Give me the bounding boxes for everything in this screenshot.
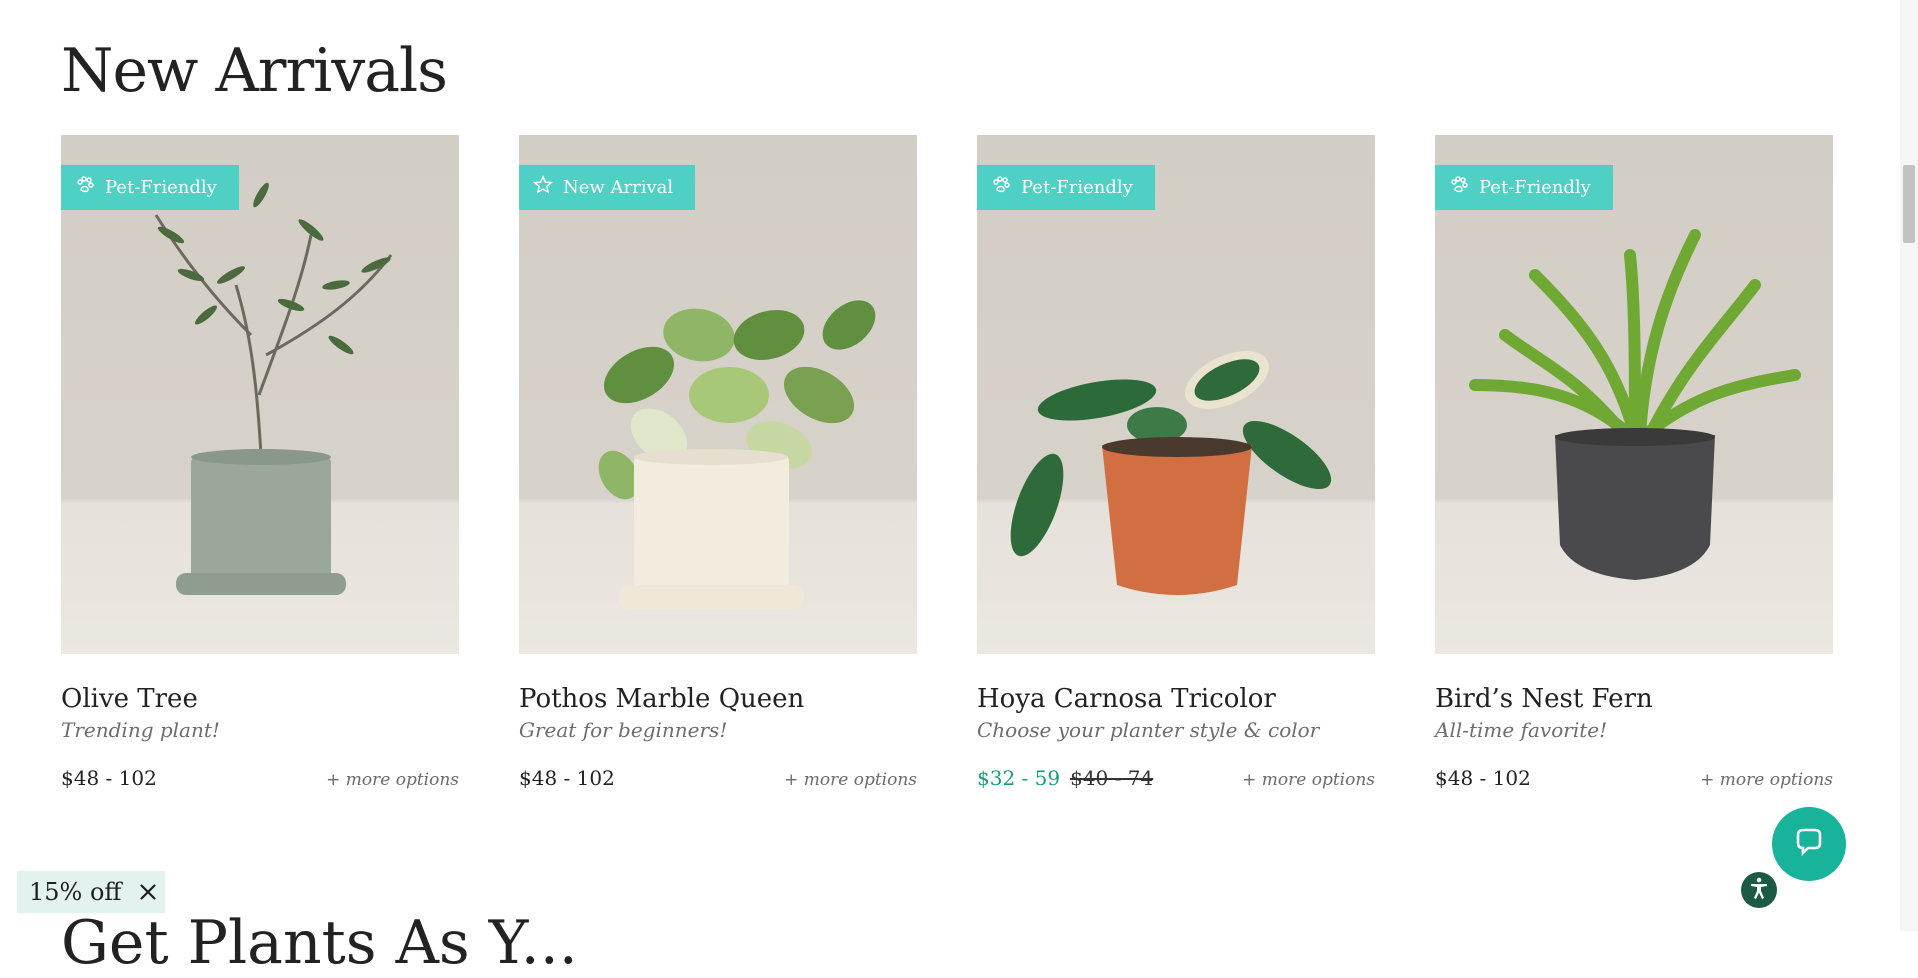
price-row: $48 - 102 + more options xyxy=(61,766,459,790)
price-row: $48 - 102 + more options xyxy=(1435,766,1833,790)
pet-friendly-badge: Pet-Friendly xyxy=(61,165,239,210)
product-card-olive-tree[interactable]: Pet-Friendly Olive Tree Trending plant! … xyxy=(61,135,459,790)
pothos-image xyxy=(598,300,876,609)
paw-icon xyxy=(1449,175,1469,200)
pet-friendly-badge: Pet-Friendly xyxy=(977,165,1155,210)
price-row: $32 - 59 $40 - 74 + more options xyxy=(977,766,1375,790)
product-tagline: Choose your planter style & color xyxy=(977,718,1320,742)
product-image[interactable]: Pet-Friendly xyxy=(1435,135,1833,654)
star-icon xyxy=(532,174,554,200)
product-tagline: All-time favorite! xyxy=(1435,718,1608,742)
more-options-link[interactable]: + more options xyxy=(1700,770,1833,790)
discount-promo[interactable]: 15% off xyxy=(17,871,165,913)
more-options-link[interactable]: + more options xyxy=(784,770,917,790)
product-card-birds-nest-fern[interactable]: Pet-Friendly Bird’s Nest Fern All-time f… xyxy=(1435,135,1833,790)
hoya-image xyxy=(1010,351,1332,595)
pet-friendly-badge: Pet-Friendly xyxy=(1435,165,1613,210)
chat-bubble-icon xyxy=(1792,825,1826,863)
accessibility-icon xyxy=(1746,875,1772,905)
product-name[interactable]: Hoya Carnosa Tricolor xyxy=(977,684,1375,714)
paw-icon xyxy=(991,175,1011,200)
product-price: $48 - 102 xyxy=(61,766,157,790)
badge-label: Pet-Friendly xyxy=(105,177,217,198)
more-options-link[interactable]: + more options xyxy=(1242,770,1375,790)
page-scrollbar[interactable] xyxy=(1900,0,1918,931)
product-image[interactable]: New Arrival xyxy=(519,135,917,654)
product-price: $48 - 102 xyxy=(519,766,615,790)
paw-icon xyxy=(75,175,95,200)
product-name[interactable]: Bird’s Nest Fern xyxy=(1435,684,1833,714)
new-arrival-badge: New Arrival xyxy=(519,165,696,210)
close-icon[interactable] xyxy=(137,881,159,903)
promo-label[interactable]: 15% off xyxy=(29,878,121,906)
product-name[interactable]: Pothos Marble Queen xyxy=(519,684,917,714)
product-image[interactable]: Pet-Friendly xyxy=(977,135,1375,654)
product-grid: Pet-Friendly Olive Tree Trending plant! … xyxy=(61,135,1833,790)
product-tagline: Trending plant! xyxy=(61,718,220,742)
section-title: New Arrivals xyxy=(61,36,448,106)
original-price: $40 - 74 xyxy=(1070,766,1154,790)
product-image[interactable]: Pet-Friendly xyxy=(61,135,459,654)
price-group: $32 - 59 $40 - 74 xyxy=(977,766,1153,790)
badge-label: Pet-Friendly xyxy=(1479,177,1591,198)
product-card-hoya-carnosa-tricolor[interactable]: Pet-Friendly Hoya Carnosa Tricolor Choos… xyxy=(977,135,1375,790)
product-name[interactable]: Olive Tree xyxy=(61,684,459,714)
accessibility-button[interactable] xyxy=(1741,872,1777,908)
chat-button[interactable] xyxy=(1772,807,1846,881)
next-section-title: Get Plants As Y... xyxy=(61,908,578,978)
product-price: $48 - 102 xyxy=(1435,766,1531,790)
price-row: $48 - 102 + more options xyxy=(519,766,917,790)
olive-tree-image xyxy=(154,182,393,595)
badge-label: New Arrival xyxy=(563,177,674,198)
product-tagline: Great for beginners! xyxy=(519,718,728,742)
badge-label: Pet-Friendly xyxy=(1021,177,1133,198)
birds-nest-fern-image xyxy=(1469,229,1801,580)
product-card-pothos-marble-queen[interactable]: New Arrival Pothos Marble Queen Great fo… xyxy=(519,135,917,790)
more-options-link[interactable]: + more options xyxy=(326,770,459,790)
sale-price: $32 - 59 xyxy=(977,766,1061,790)
scrollbar-thumb[interactable] xyxy=(1903,165,1915,243)
